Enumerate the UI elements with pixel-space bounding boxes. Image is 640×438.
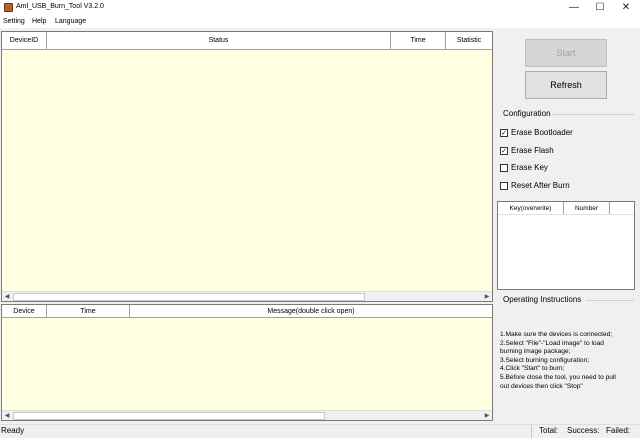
- status-failed: Failed:: [606, 426, 631, 435]
- menu-help[interactable]: Help: [32, 17, 46, 27]
- scroll-thumb[interactable]: [13, 412, 325, 420]
- column-header-msg-time[interactable]: Time: [47, 305, 130, 317]
- scroll-right-icon[interactable]: ▶: [482, 292, 492, 302]
- erase-key-checkbox[interactable]: [500, 164, 508, 172]
- key-table-header: Key(overwrite) Number: [498, 202, 634, 215]
- configuration-label: Configuration: [503, 109, 551, 118]
- instruction-line: 2.Select "File"-"Load image" to load: [500, 339, 604, 347]
- column-header-status[interactable]: Status: [47, 32, 391, 49]
- menu-setting[interactable]: Setting: [3, 17, 25, 27]
- message-table-header: Device Time Message(double click open): [2, 305, 492, 318]
- minimize-button[interactable]: —: [561, 0, 587, 16]
- column-header-message[interactable]: Message(double click open): [130, 305, 492, 317]
- scroll-left-icon[interactable]: ◀: [2, 411, 12, 421]
- device-table[interactable]: DeviceID Status Time Statistic ◀ ▶: [1, 31, 493, 302]
- status-divider: [531, 425, 532, 438]
- instruction-line: out devices then click "Stop": [500, 382, 583, 390]
- instructions-label: Operating Instructions: [503, 295, 582, 304]
- start-button[interactable]: Start: [525, 39, 607, 67]
- status-ready: Ready: [1, 426, 25, 435]
- scroll-right-icon[interactable]: ▶: [482, 411, 492, 421]
- menu-bar: [0, 16, 640, 28]
- menu-language[interactable]: Language: [55, 17, 86, 27]
- erase-key-label[interactable]: Erase Key: [511, 163, 548, 173]
- refresh-button[interactable]: Refresh: [525, 71, 607, 99]
- erase-flash-label[interactable]: Erase Flash: [511, 146, 554, 156]
- erase-bootloader-label[interactable]: Erase Bootloader: [511, 128, 573, 138]
- column-header-number[interactable]: Number: [564, 202, 610, 214]
- key-table[interactable]: Key(overwrite) Number: [497, 201, 635, 290]
- status-total: Total:: [539, 426, 559, 435]
- app-icon: [4, 3, 13, 12]
- instruction-line: 5.Before close the tool, you need to pul…: [500, 373, 616, 381]
- column-header-device[interactable]: Device: [2, 305, 47, 317]
- instruction-line: 4.Click "Start" to burn;: [500, 365, 565, 373]
- close-button[interactable]: ✕: [613, 0, 639, 16]
- reset-after-burn-label[interactable]: Reset After Burn: [511, 181, 570, 191]
- column-header-statistic[interactable]: Statistic: [446, 32, 492, 49]
- device-table-header: DeviceID Status Time Statistic: [2, 32, 492, 50]
- erase-flash-checkbox[interactable]: ✓: [500, 147, 508, 155]
- scroll-thumb[interactable]: [13, 293, 365, 301]
- message-table[interactable]: Device Time Message(double click open) ◀…: [1, 304, 493, 421]
- window-title: Aml_USB_Burn_Tool V3.2.0: [16, 3, 104, 10]
- instruction-line: burning image package;: [500, 348, 571, 356]
- message-table-scrollbar[interactable]: ◀ ▶: [2, 410, 492, 420]
- instruction-line: 1.Make sure the devices is connected;: [500, 331, 613, 338]
- scroll-left-icon[interactable]: ◀: [2, 292, 12, 302]
- instructions-text: 1.Make sure the devices is connected; 2.…: [500, 331, 630, 391]
- column-header-key[interactable]: Key(overwrite): [498, 202, 564, 214]
- status-success: Success:: [567, 426, 600, 435]
- instruction-line: 3.Select burning configuration;: [500, 356, 590, 364]
- erase-bootloader-checkbox[interactable]: ✓: [500, 129, 508, 137]
- maximize-button[interactable]: ☐: [587, 0, 613, 16]
- column-header-deviceid[interactable]: DeviceID: [2, 32, 47, 49]
- instructions-divider: [586, 300, 634, 301]
- device-table-scrollbar[interactable]: ◀ ▶: [2, 291, 492, 301]
- reset-after-burn-checkbox[interactable]: [500, 182, 508, 190]
- column-header-time[interactable]: Time: [391, 32, 446, 49]
- configuration-divider: [552, 114, 634, 115]
